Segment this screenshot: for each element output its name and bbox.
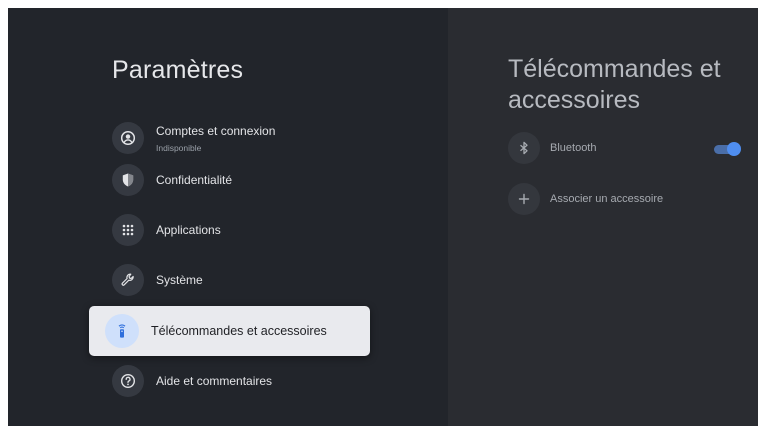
menu-item-label: Télécommandes et accessoires xyxy=(151,324,327,338)
menu-item-accounts[interactable]: Comptes et connexion Indisponible xyxy=(112,118,275,158)
page-title: Paramètres xyxy=(112,56,244,84)
pair-accessory-label: Associer un accessoire xyxy=(550,193,664,205)
menu-item-label: Confidentialité xyxy=(156,173,233,187)
pair-accessory-row[interactable]: Associer un accessoire xyxy=(508,183,663,215)
menu-item-apps[interactable]: Applications xyxy=(112,210,221,250)
settings-panel: Paramètres Comptes et connexion Indispon… xyxy=(8,8,448,426)
menu-item-help[interactable]: Aide et commentaires xyxy=(112,361,272,401)
menu-item-system[interactable]: Système xyxy=(112,260,203,300)
bluetooth-toggle[interactable] xyxy=(714,142,741,156)
apps-grid-icon xyxy=(112,214,144,246)
account-circle-icon xyxy=(112,122,144,154)
remote-icon xyxy=(105,314,139,348)
wrench-icon xyxy=(112,264,144,296)
menu-item-privacy[interactable]: Confidentialité xyxy=(112,160,232,200)
bluetooth-icon xyxy=(508,132,540,164)
menu-item-label: Comptes et connexion xyxy=(156,123,276,138)
plus-icon xyxy=(508,183,540,215)
menu-item-label: Aide et commentaires xyxy=(156,374,273,388)
detail-title: Télécommandes et accessoires xyxy=(508,55,721,114)
detail-panel: Télécommandes et accessoires Bluetooth A… xyxy=(448,8,758,426)
help-icon xyxy=(112,365,144,397)
toggle-thumb xyxy=(727,142,741,156)
menu-item-sublabel: Indisponible xyxy=(156,142,202,153)
menu-item-remotes-selected[interactable]: Télécommandes et accessoires xyxy=(89,306,370,356)
bluetooth-label: Bluetooth xyxy=(550,142,597,154)
menu-item-label: Système xyxy=(156,273,203,287)
menu-item-label: Applications xyxy=(156,223,221,237)
shield-icon xyxy=(112,164,144,196)
tv-screen: Paramètres Comptes et connexion Indispon… xyxy=(8,8,758,426)
bluetooth-row[interactable]: Bluetooth xyxy=(508,132,596,164)
